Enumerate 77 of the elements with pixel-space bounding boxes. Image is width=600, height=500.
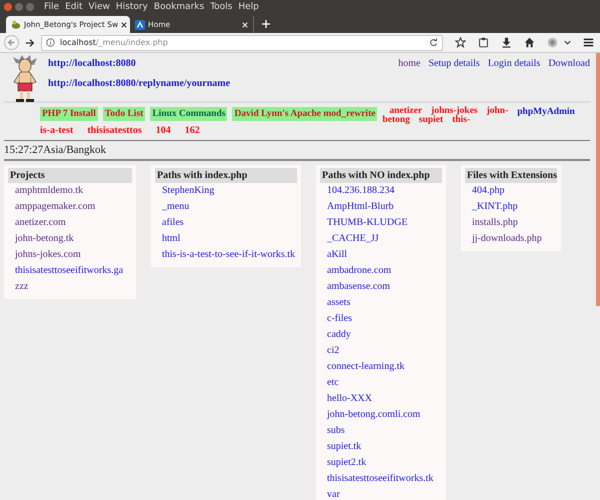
link[interactable]: c-files [320,311,442,327]
close-icon[interactable] [4,3,12,11]
menu-item[interactable]: Bookmarks [154,2,204,12]
dropdown-icon[interactable] [564,39,571,46]
menu-item[interactable]: History [116,2,148,12]
link[interactable]: THUMB-KLUDGE [320,215,442,231]
link[interactable]: thisisatesttoseeifitworks.tk [320,471,442,487]
menu-item[interactable]: Tools [210,2,232,12]
menu-button[interactable]: Todo List [102,107,146,121]
link[interactable]: _KINT.php [465,199,557,215]
star-icon[interactable] [455,37,466,48]
link[interactable]: etc [320,375,442,391]
clock-text: 15:27:27Asia/Bangkok [4,141,590,161]
menu-item[interactable]: Edit [65,2,82,12]
menu-button[interactable]: David Lynn's Apache mod_rewrite [232,107,378,121]
address-field[interactable]: localhost/_menu/index.php [41,34,443,50]
link[interactable]: ambasense.com [320,279,442,295]
menu-icon[interactable] [583,37,594,48]
link[interactable]: johns-jokes.com [8,247,132,263]
nav-link[interactable]: Login details [488,58,540,101]
link[interactable]: anetizer.com [8,215,132,231]
link[interactable]: http://localhost:8080 [48,58,230,69]
nav-link[interactable]: Download [548,58,590,101]
menu-button[interactable]: PHP 7 Install [40,107,98,121]
link[interactable]: 404.php [465,183,557,199]
link[interactable]: caddy [320,327,442,343]
menu-item[interactable]: Help [238,2,259,12]
link[interactable]: AmpHtml-Blurb [320,199,442,215]
forward-icon[interactable] [25,38,35,48]
link[interactable]: thisisatesttoseeifitworks.ga [8,263,132,279]
link[interactable]: amppagemaker.com [8,199,132,215]
link[interactable]: ambadrone.com [320,263,442,279]
link[interactable]: StephenKing [155,183,297,199]
link[interactable]: phpMyAdmin [517,107,575,117]
reload-icon[interactable] [429,38,438,47]
link[interactable]: hello-XXX [320,391,442,407]
new-tab-icon[interactable] [262,20,270,28]
menu-button[interactable]: Linux Commands [150,107,228,121]
clipboard-icon[interactable] [478,37,489,48]
menu-item[interactable]: View [88,2,110,12]
panel-heading: Projects [8,168,132,183]
scroll-bar[interactable] [596,53,600,306]
link[interactable]: _menu [155,199,297,215]
link[interactable]: john-betong.comli.com [320,407,442,423]
back-icon[interactable] [4,35,19,50]
home-icon[interactable] [524,37,535,48]
page-icon [135,20,145,30]
link[interactable]: aKill [320,247,442,263]
link[interactable]: jj-downloads.php [465,231,557,247]
link[interactable]: john-betong.tk [8,231,132,247]
cartoon-figure-drawing [10,55,40,105]
link[interactable]: installs.php [465,215,557,231]
link[interactable]: subs [320,423,442,439]
link[interactable]: 104.236.188.234 [320,183,442,199]
info-icon [46,38,55,47]
panel-heading: Paths with NO index.php [320,168,442,183]
panel-heading: Paths with index.php [155,168,297,183]
panel-heading: Files with Extensions [465,168,557,183]
link[interactable]: this-is-a-test-to-see-if-it-works.tk [155,247,297,263]
link[interactable]: connect-learning.tk [320,359,442,375]
link[interactable]: amphtmldemo.tk [8,183,132,199]
link[interactable]: http://localhost:8080/replyname/yourname [48,78,230,89]
link[interactable]: html [155,231,297,247]
extension-icon[interactable] [547,37,558,48]
link[interactable]: supiet2.tk [320,455,442,471]
nav-link[interactable]: Setup details [428,58,480,101]
link[interactable]: var [320,487,442,500]
link[interactable]: supiet.tk [320,439,442,455]
menu-item[interactable]: File [44,2,60,12]
link[interactable]: afiles [155,215,297,231]
link[interactable]: ci2 [320,343,442,359]
download-icon[interactable] [501,37,512,48]
link[interactable]: zzz [8,279,132,295]
link[interactable]: _CACHE_JJ [320,231,442,247]
close-tab-icon[interactable] [121,22,128,28]
nav-link[interactable]: home [398,58,420,101]
link[interactable]: assets [320,295,442,311]
